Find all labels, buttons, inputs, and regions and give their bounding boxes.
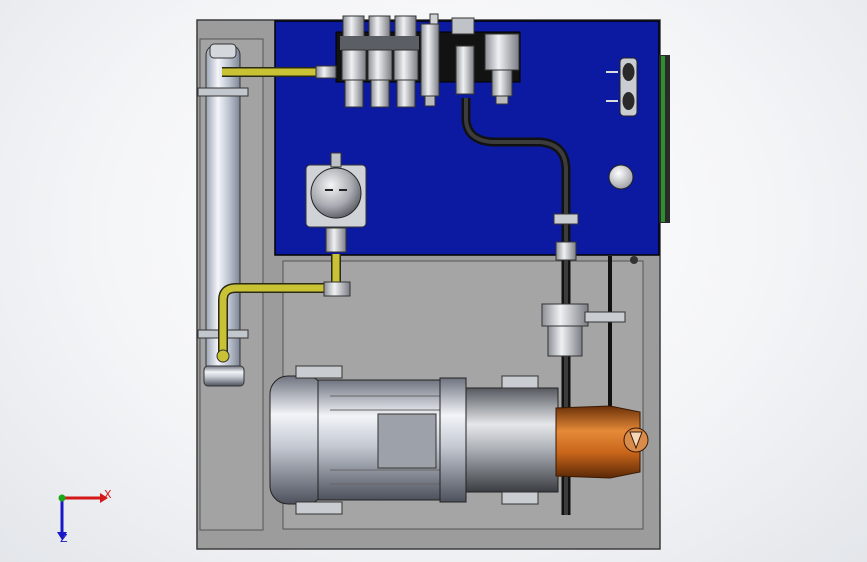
hydraulic-pump[interactable] <box>555 405 649 479</box>
bell-housing[interactable] <box>465 375 559 505</box>
cad-viewport[interactable]: X Z <box>0 0 867 562</box>
x-axis-label: X <box>104 488 112 501</box>
electric-motor[interactable] <box>269 365 467 515</box>
air-breather-cap[interactable] <box>608 164 634 190</box>
orientation-triad: X Z <box>57 488 112 545</box>
z-axis-label: Z <box>60 532 68 545</box>
relief-valve[interactable] <box>420 23 440 107</box>
return-pipe[interactable] <box>222 65 337 79</box>
pressure-valve[interactable] <box>455 45 475 95</box>
